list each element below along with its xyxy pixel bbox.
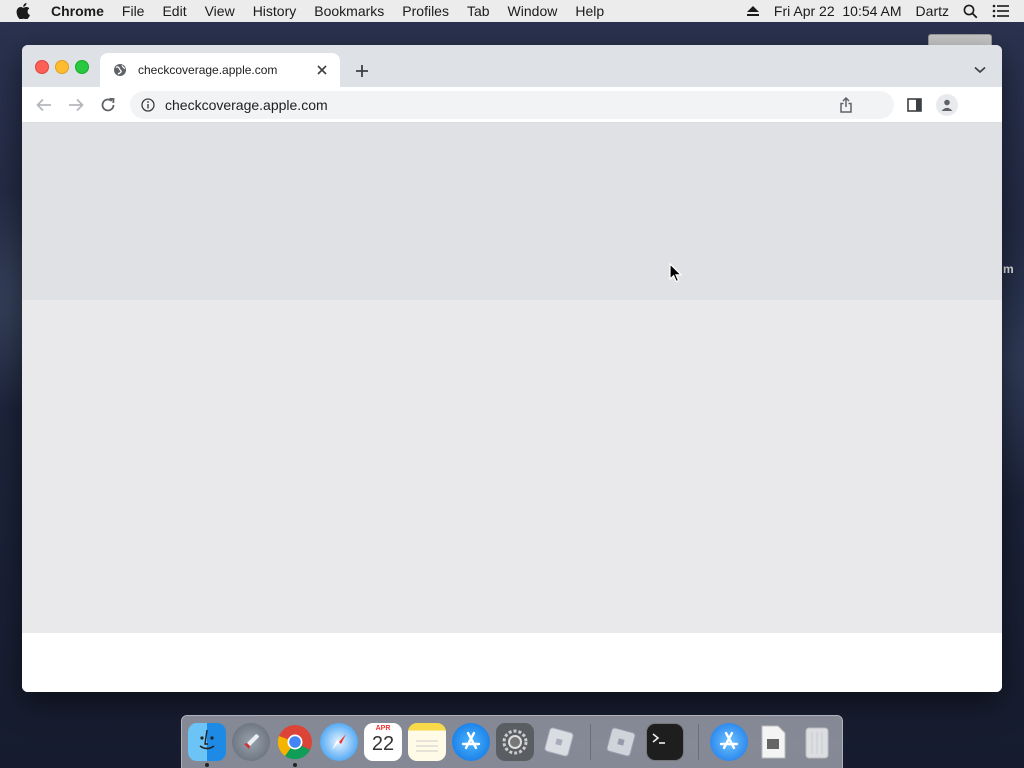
window-close-button[interactable] <box>35 60 49 74</box>
roblox-icon[interactable] <box>540 723 578 761</box>
menu-help[interactable]: Help <box>566 3 613 19</box>
terminal-icon[interactable] <box>646 723 684 761</box>
finder-running-indicator <box>205 763 209 767</box>
calendar-month: APR <box>375 725 391 732</box>
app-store-icon[interactable] <box>452 723 490 761</box>
menubar-clock[interactable]: Fri Apr 22 10:54 AM <box>774 3 902 19</box>
url-text[interactable]: checkcoverage.apple.com <box>165 97 328 113</box>
chrome-icon[interactable] <box>276 723 314 761</box>
spotlight-search-icon[interactable] <box>963 4 978 19</box>
menu-window[interactable]: Window <box>499 3 567 19</box>
menu-bookmarks[interactable]: Bookmarks <box>305 3 393 19</box>
loading-placeholder-body <box>22 300 1002 633</box>
tab-close-icon[interactable] <box>314 62 330 78</box>
calendar-icon[interactable]: APR 22 <box>364 723 402 761</box>
menu-history[interactable]: History <box>244 3 306 19</box>
page-content <box>22 123 1002 692</box>
menu-bar: Chrome File Edit View History Bookmarks … <box>0 0 1024 22</box>
arrow-right-icon <box>69 98 84 112</box>
menu-edit[interactable]: Edit <box>153 3 195 19</box>
site-info-icon[interactable] <box>140 97 156 113</box>
address-bar[interactable]: checkcoverage.apple.com <box>130 91 894 119</box>
menu-profiles[interactable]: Profiles <box>393 3 458 19</box>
launchpad-icon[interactable] <box>232 723 270 761</box>
roblox-studio-icon[interactable] <box>602 723 640 761</box>
finder-icon[interactable] <box>188 723 226 761</box>
menu-view[interactable]: View <box>196 3 244 19</box>
trash-icon[interactable] <box>798 723 836 761</box>
loading-placeholder-header <box>22 123 1002 300</box>
forward-button[interactable] <box>66 95 86 115</box>
window-minimize-button[interactable] <box>55 60 69 74</box>
eject-icon[interactable] <box>746 5 760 17</box>
control-center-icon[interactable] <box>992 4 1010 18</box>
browser-toolbar: checkcoverage.apple.com <box>22 87 1002 123</box>
tab-title: checkcoverage.apple.com <box>138 63 278 77</box>
menu-file[interactable]: File <box>113 3 154 19</box>
tab-strip: checkcoverage.apple.com <box>22 45 1002 87</box>
menu-tab[interactable]: Tab <box>458 3 499 19</box>
reload-button[interactable] <box>98 95 118 115</box>
reload-icon <box>101 97 115 112</box>
document-icon[interactable] <box>754 723 792 761</box>
system-preferences-icon[interactable] <box>496 723 534 761</box>
dock-separator <box>590 724 591 760</box>
browser-tab[interactable]: checkcoverage.apple.com <box>100 53 340 87</box>
mouse-pointer-icon <box>669 262 683 288</box>
apple-menu-icon[interactable] <box>16 3 42 19</box>
menu-app-name[interactable]: Chrome <box>42 3 113 19</box>
chrome-window: checkcoverage.apple.com checkcoverage.ap… <box>22 45 1002 692</box>
chrome-running-indicator <box>293 763 297 767</box>
dock: APR 22 <box>181 715 843 768</box>
tab-search-chevron-down-icon[interactable] <box>972 62 988 78</box>
arrow-left-icon <box>36 98 51 112</box>
safari-icon[interactable] <box>320 723 358 761</box>
globe-icon <box>112 62 128 78</box>
notes-icon[interactable] <box>408 723 446 761</box>
back-button[interactable] <box>34 95 54 115</box>
profile-avatar-icon[interactable] <box>936 94 958 116</box>
menubar-user[interactable]: Dartz <box>916 3 949 19</box>
window-zoom-button[interactable] <box>75 60 89 74</box>
dock-separator <box>698 724 699 760</box>
new-tab-button[interactable] <box>352 61 372 81</box>
applications-folder-icon[interactable] <box>710 723 748 761</box>
calendar-day: 22 <box>371 733 395 755</box>
desktop-item-label: m <box>1003 262 1014 276</box>
share-icon[interactable] <box>838 97 854 113</box>
plus-icon <box>356 65 368 77</box>
side-panel-icon[interactable] <box>906 96 924 114</box>
